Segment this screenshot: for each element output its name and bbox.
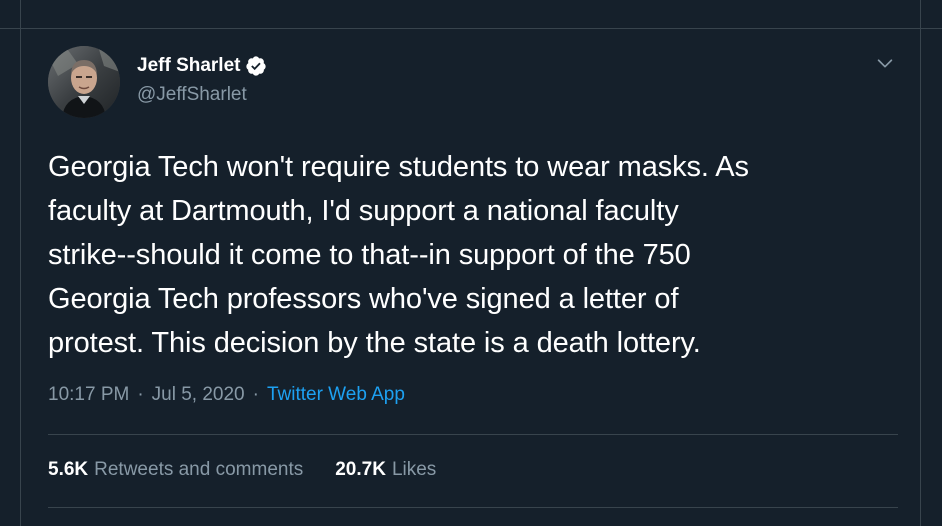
likes-label: Likes xyxy=(391,459,437,480)
divider xyxy=(48,507,898,508)
meta-separator: · xyxy=(137,384,144,405)
author-display-name[interactable]: Jeff Sharlet xyxy=(137,55,240,77)
tweet-card: Jeff Sharlet @JeffSharlet Georgia Tech w… xyxy=(0,0,942,526)
likes-count: 20.7K xyxy=(335,459,386,480)
divider xyxy=(0,28,942,29)
avatar-photo xyxy=(48,46,120,118)
divider xyxy=(920,0,921,28)
retweets-count: 5.6K xyxy=(48,459,89,480)
retweets-label: Retweets and comments xyxy=(94,459,304,480)
tweet-date[interactable]: Jul 5, 2020 xyxy=(152,384,245,406)
divider xyxy=(20,0,21,28)
retweets-stat[interactable]: 5.6K Retweets and comments xyxy=(48,459,303,481)
divider xyxy=(20,28,21,526)
tweet-text: Georgia Tech won't require students to w… xyxy=(48,151,749,359)
chevron-down-icon[interactable] xyxy=(874,52,896,74)
author-name-row[interactable]: Jeff Sharlet xyxy=(137,53,267,79)
verified-badge-icon xyxy=(245,55,267,77)
author-handle[interactable]: @JeffSharlet xyxy=(137,84,247,106)
avatar[interactable] xyxy=(48,46,120,118)
tweet-stats: 5.6K Retweets and comments 20.7K Likes xyxy=(48,459,436,481)
likes-stat[interactable]: 20.7K Likes xyxy=(335,459,436,481)
tweet-time[interactable]: 10:17 PM xyxy=(48,384,129,406)
tweet-source-link[interactable]: Twitter Web App xyxy=(267,384,405,406)
divider xyxy=(48,434,898,435)
meta-separator: · xyxy=(252,384,259,405)
divider xyxy=(920,28,921,526)
tweet-metadata: 10:17 PM · Jul 5, 2020 · Twitter Web App xyxy=(48,384,405,406)
